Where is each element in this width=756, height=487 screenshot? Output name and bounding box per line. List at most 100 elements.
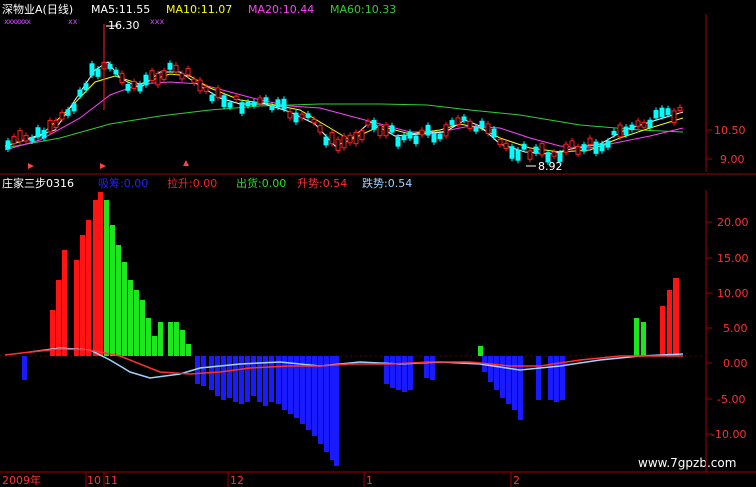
- signal-marker: [100, 163, 106, 169]
- candle-up: [47, 119, 53, 133]
- candle-down: [491, 128, 497, 138]
- candle-up: [335, 138, 341, 151]
- accumulate-bar: [548, 356, 553, 400]
- accumulate-bar: [288, 356, 293, 414]
- candle-up: [23, 134, 29, 142]
- candle-down: [29, 136, 35, 142]
- candle-down: [113, 69, 119, 75]
- candle-up: [299, 113, 305, 119]
- candle-up: [59, 111, 65, 120]
- candle-down: [251, 101, 257, 107]
- candle-up: [347, 134, 353, 144]
- candle-down: [395, 136, 401, 147]
- candle-down: [653, 109, 659, 119]
- candle-down: [293, 112, 299, 123]
- accumulate-bar: [408, 356, 413, 390]
- candle-down: [545, 152, 551, 163]
- accumulate-bar: [500, 356, 505, 398]
- candle-up: [131, 80, 137, 89]
- candle-down: [209, 94, 215, 102]
- candle-down: [461, 116, 467, 121]
- candle-down: [611, 130, 617, 136]
- candle-down: [407, 131, 413, 139]
- candle-down: [77, 89, 83, 97]
- candle-down: [599, 143, 605, 152]
- candle-up: [11, 136, 17, 145]
- candle-up: [341, 135, 347, 149]
- accumulate-bar: [215, 356, 220, 396]
- candle-up: [359, 130, 365, 140]
- candle-down: [581, 144, 587, 152]
- accumulate-bar: [494, 356, 499, 390]
- chart-canvas: [0, 14, 756, 487]
- candle-down: [167, 62, 173, 70]
- candle-up: [215, 87, 221, 98]
- candle-up: [485, 123, 491, 135]
- accumulate-bar: [22, 356, 27, 380]
- candle-down: [371, 119, 377, 130]
- candle-up: [563, 143, 569, 153]
- distribute-bar: [152, 336, 157, 356]
- candle-down: [479, 120, 485, 129]
- candle-down: [221, 95, 227, 108]
- candle-up: [173, 64, 179, 73]
- candle-down: [659, 107, 665, 118]
- distribute-bar: [478, 346, 483, 356]
- candle-up: [641, 121, 647, 128]
- candle-down: [107, 63, 113, 70]
- distribute-bar: [168, 322, 173, 356]
- candle-down: [275, 99, 281, 108]
- accumulate-bar: [318, 356, 323, 444]
- accumulate-bar: [324, 356, 329, 452]
- candle-down: [557, 152, 563, 162]
- candle-down: [305, 113, 311, 118]
- accumulate-bar: [276, 356, 281, 404]
- accumulate-bar: [430, 356, 435, 380]
- candle-down: [509, 146, 515, 159]
- candle-up: [197, 79, 203, 92]
- candle-up: [677, 106, 683, 111]
- distribute-bar: [641, 322, 646, 356]
- candle-up: [497, 139, 503, 146]
- candle-down: [437, 133, 443, 140]
- candle-down: [323, 136, 329, 146]
- accumulate-bar: [227, 356, 232, 398]
- candle-down: [143, 74, 149, 86]
- candle-down: [473, 126, 479, 132]
- candle-down: [623, 126, 629, 136]
- candle-up: [503, 142, 509, 149]
- candle-down: [425, 124, 431, 136]
- candle-up: [377, 125, 383, 137]
- pullup-bar: [98, 192, 103, 356]
- signal-marker: [28, 163, 34, 169]
- accumulate-bar: [221, 356, 226, 400]
- accumulate-bar: [306, 356, 311, 430]
- pullup-bar: [660, 306, 665, 356]
- candle-up: [467, 120, 473, 129]
- candle-down: [95, 68, 101, 77]
- candlestick-series: [5, 59, 683, 166]
- candle-up: [161, 70, 167, 80]
- downtrend-line: [29, 347, 684, 379]
- candle-down: [269, 105, 275, 111]
- pullup-bar: [80, 235, 85, 356]
- distribute-bar: [122, 262, 127, 356]
- candle-up: [569, 140, 575, 148]
- pullup-bar: [93, 200, 98, 356]
- candle-up: [575, 146, 581, 155]
- candle-up: [203, 86, 209, 92]
- candle-down: [35, 127, 41, 138]
- candle-up: [383, 124, 389, 137]
- candle-up: [455, 117, 461, 126]
- pullup-bar: [62, 250, 67, 356]
- accumulate-bar: [251, 356, 256, 396]
- candle-down: [281, 98, 287, 110]
- candle-up: [329, 132, 335, 145]
- uptrend-line: [4, 348, 683, 375]
- candle-up: [311, 119, 317, 124]
- distribute-bar: [110, 225, 115, 356]
- candle-up: [635, 120, 641, 127]
- accumulate-bar: [201, 356, 206, 386]
- candle-down: [431, 133, 437, 143]
- distribute-bar: [174, 322, 179, 356]
